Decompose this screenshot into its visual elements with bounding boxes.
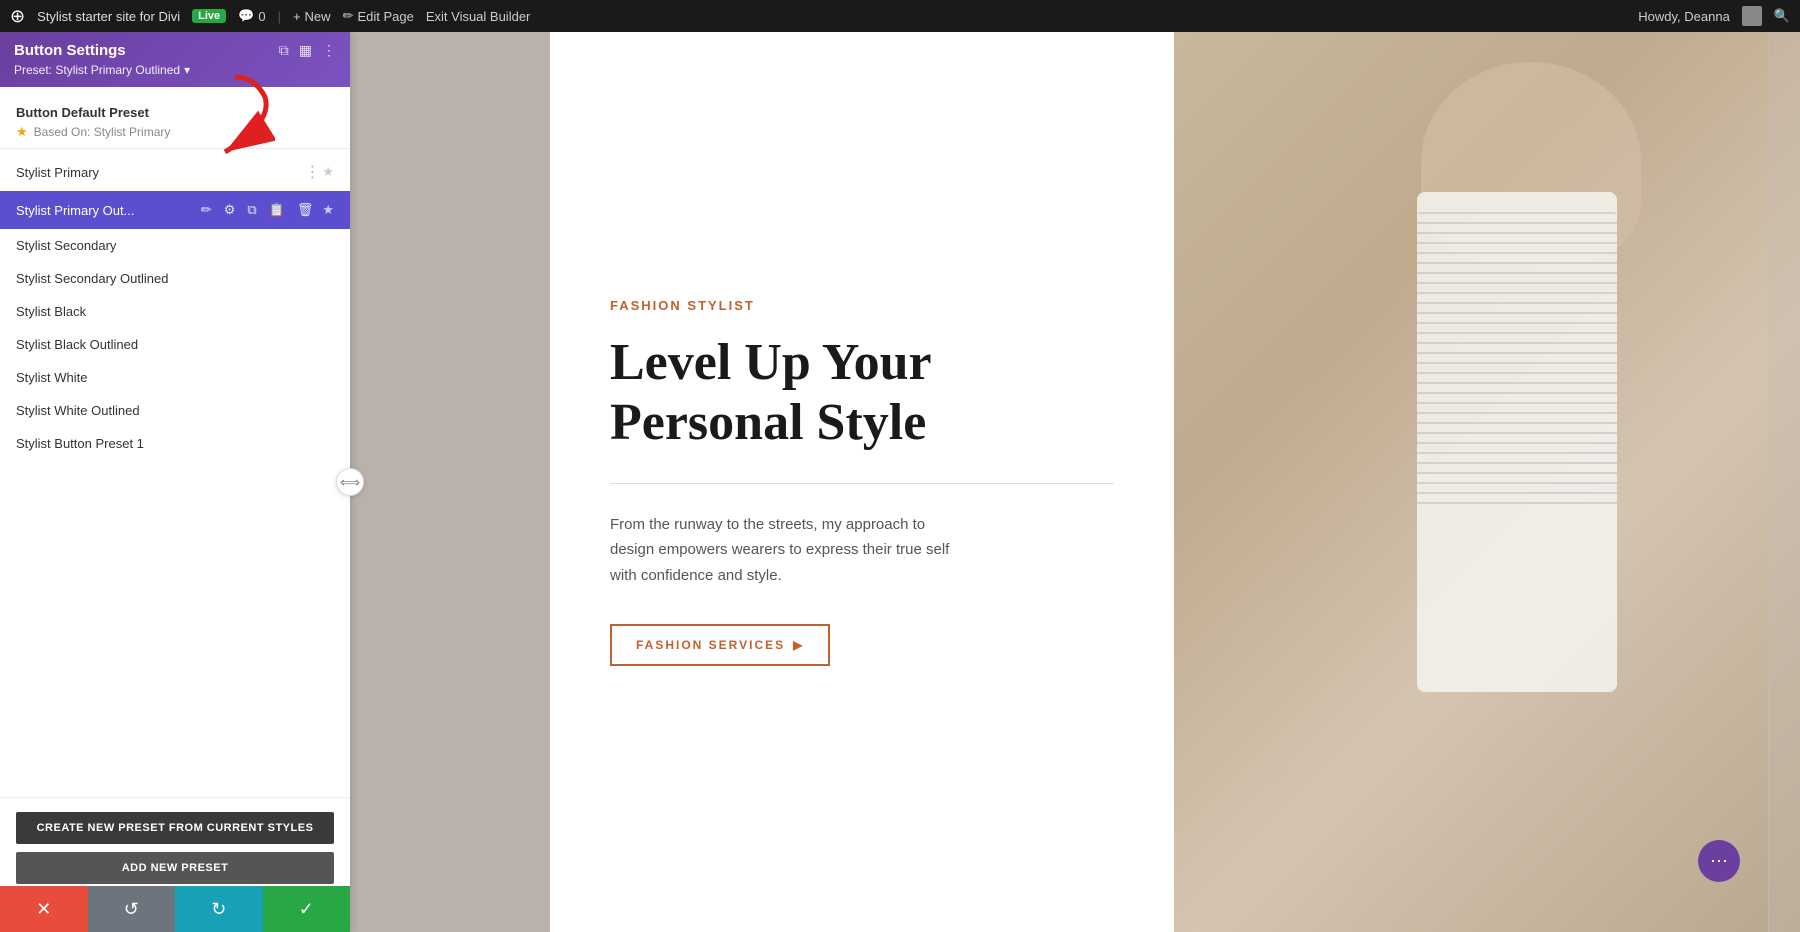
search-icon[interactable]: 🔍 [1774, 8, 1790, 24]
preset-item-stylist-secondary[interactable]: Stylist Secondary [0, 229, 350, 262]
pencil-icon: ✏ [343, 8, 354, 24]
person-stripes [1417, 212, 1617, 512]
default-preset-section: Button Default Preset ★ Based On: Stylis… [0, 95, 350, 149]
hero-body-text: From the runway to the streets, my appro… [610, 512, 970, 589]
hero-image-area: ⋯ [1174, 32, 1800, 932]
redo-icon: ↻ [211, 899, 226, 920]
duplicate-icon[interactable]: ⧉ [244, 200, 259, 220]
hero-image-placeholder [1174, 32, 1800, 932]
preset-item-name: Stylist Primary [16, 165, 302, 180]
default-preset-based: ★ Based On: Stylist Primary [16, 124, 334, 140]
save-icon: ✓ [299, 899, 314, 920]
arrow-icon: ▶ [793, 638, 804, 652]
close-button[interactable]: ✕ [0, 886, 88, 932]
preset-item-actions: ✏ ⚙ ⧉ 📋 🗑 ★ [198, 200, 334, 220]
plus-icon: + [293, 9, 301, 24]
edit-icon[interactable]: ✏ [198, 200, 215, 220]
preset-item-name: Stylist Button Preset 1 [16, 436, 334, 451]
star-icon: ★ [16, 124, 28, 140]
preset-item-stylist-primary-outlined[interactable]: Stylist Primary Out... ✏ ⚙ ⧉ 📋 🗑 ★ [0, 191, 350, 229]
preset-item-name: Stylist White [16, 370, 334, 385]
comment-icon: 💬 [238, 8, 254, 24]
create-preset-button[interactable]: CREATE NEW PRESET FROM CURRENT STYLES [16, 812, 334, 844]
copy2-icon[interactable]: 📋 [266, 200, 288, 220]
wp-logo-icon: ⊕ [10, 6, 25, 27]
chevron-down-icon: ▾ [184, 63, 190, 77]
preset-item-name: Stylist Secondary Outlined [16, 271, 334, 286]
preset-item-stylist-white[interactable]: Stylist White [0, 361, 350, 394]
fashion-label: FASHION STYLIST [610, 298, 1114, 313]
preset-item-stylist-button-preset-1[interactable]: Stylist Button Preset 1 [0, 427, 350, 460]
close-icon: ✕ [36, 899, 51, 920]
more-dots-icon[interactable]: ⋮ [302, 162, 322, 182]
three-dots-button[interactable]: ⋯ [1698, 840, 1740, 882]
hero-text-area: FASHION STYLIST Level Up Your Personal S… [550, 32, 1174, 932]
panel-header: Button Settings ⧉ ▦ ⋮ Preset: Stylist Pr… [0, 32, 350, 87]
right-sidebar-hint [1768, 32, 1800, 932]
hero-section: FASHION STYLIST Level Up Your Personal S… [350, 32, 1800, 932]
page-content: FASHION STYLIST Level Up Your Personal S… [350, 32, 1800, 932]
preset-list: Button Default Preset ★ Based On: Stylis… [0, 87, 350, 797]
preset-item-stylist-secondary-outlined[interactable]: Stylist Secondary Outlined [0, 262, 350, 295]
default-preset-title: Button Default Preset [16, 105, 334, 120]
preset-star-icon[interactable]: ★ [322, 164, 334, 180]
delete-icon[interactable]: 🗑 [294, 200, 317, 220]
site-name: Stylist starter site for Divi [37, 9, 180, 24]
preset-item-name: Stylist Black [16, 304, 334, 319]
admin-bar-right: Howdy, Deanna 🔍 [1638, 6, 1790, 26]
preset-item-stylist-black[interactable]: Stylist Black [0, 295, 350, 328]
copy-icon[interactable]: ⧉ [279, 42, 289, 59]
comment-count[interactable]: 💬 0 [238, 8, 265, 24]
bottom-toolbar: ✕ ↺ ↻ ✓ [0, 886, 350, 932]
live-badge: Live [192, 9, 226, 23]
button-settings-panel: Button Settings ⧉ ▦ ⋮ Preset: Stylist Pr… [0, 32, 350, 932]
new-button[interactable]: + New [293, 9, 331, 24]
grey-background-section [350, 32, 550, 932]
add-preset-button[interactable]: ADD NEW PRESET [16, 852, 334, 884]
exit-visual-builder-button[interactable]: Exit Visual Builder [426, 9, 531, 24]
settings-icon[interactable]: ⚙ [221, 200, 239, 220]
undo-button[interactable]: ↺ [88, 886, 176, 932]
undo-icon: ↺ [124, 899, 139, 920]
preset-item-stylist-black-outlined[interactable]: Stylist Black Outlined [0, 328, 350, 361]
hero-heading: Level Up Your Personal Style [610, 333, 1114, 453]
preset-star-icon[interactable]: ★ [322, 202, 334, 218]
panel-header-top: Button Settings ⧉ ▦ ⋮ [14, 42, 336, 59]
hero-divider [610, 483, 1114, 484]
grid-icon[interactable]: ▦ [299, 42, 312, 59]
preset-item-stylist-primary[interactable]: Stylist Primary ⋮ ★ [0, 153, 350, 191]
panel-header-icons: ⧉ ▦ ⋮ [279, 42, 336, 59]
fashion-services-button[interactable]: FASHION SERVICES ▶ [610, 624, 830, 666]
admin-bar: ⊕ Stylist starter site for Divi Live 💬 0… [0, 0, 1800, 32]
avatar [1742, 6, 1762, 26]
save-button[interactable]: ✓ [263, 886, 351, 932]
preset-label[interactable]: Preset: Stylist Primary Outlined ▾ [14, 63, 336, 77]
preset-item-name: Stylist White Outlined [16, 403, 334, 418]
redo-button[interactable]: ↻ [175, 886, 263, 932]
preset-item-name: Stylist Secondary [16, 238, 334, 253]
panel-title: Button Settings [14, 42, 126, 59]
howdy-label: Howdy, Deanna [1638, 9, 1730, 24]
drag-handle[interactable]: ⟺ [336, 468, 364, 496]
main-area: Button Settings ⧉ ▦ ⋮ Preset: Stylist Pr… [0, 32, 1800, 932]
more-options-icon[interactable]: ⋮ [322, 42, 336, 59]
edit-page-button[interactable]: ✏ Edit Page [343, 8, 414, 24]
preset-item-stylist-white-outlined[interactable]: Stylist White Outlined [0, 394, 350, 427]
preset-item-name: Stylist Primary Out... [16, 203, 198, 218]
preset-item-name: Stylist Black Outlined [16, 337, 334, 352]
